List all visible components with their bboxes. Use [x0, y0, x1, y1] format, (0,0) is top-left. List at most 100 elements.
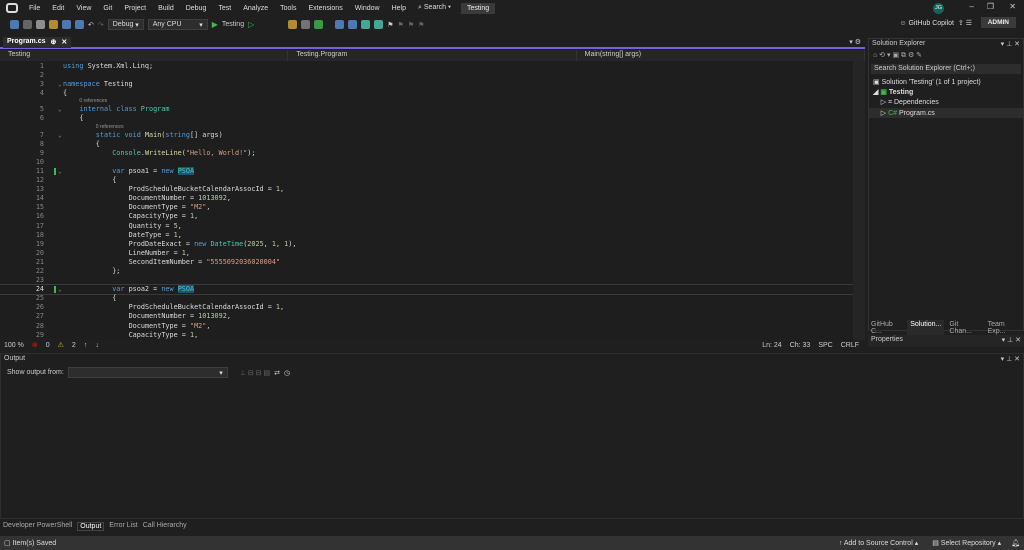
clock-icon[interactable]: ◷: [284, 369, 290, 377]
tree-solution[interactable]: ▣ Solution 'Testing' (1 of 1 project): [869, 77, 1023, 87]
code-line[interactable]: 5 ⌄ internal class Program: [0, 105, 853, 114]
type-dropdown[interactable]: Testing.Program: [288, 50, 577, 61]
panel-controls[interactable]: ▾ ⊥ ✕: [1001, 355, 1020, 363]
fold-icon[interactable]: ⌄: [58, 167, 62, 176]
code-line[interactable]: 25 {: [0, 294, 853, 303]
codelens-references[interactable]: 0 references: [0, 98, 853, 105]
add-to-source-control-button[interactable]: ↑ Add to Source Control ▴: [839, 539, 918, 547]
tab-solution-explorer[interactable]: Solution...: [907, 320, 945, 336]
menu-git[interactable]: Git: [97, 5, 118, 12]
code-line[interactable]: 3 ⌄ namespace Testing: [0, 80, 853, 89]
code-line[interactable]: 28 DocumentType = "M2",: [0, 322, 853, 331]
member-dropdown[interactable]: Main(string[] args): [577, 50, 865, 61]
menu-test[interactable]: Test: [212, 5, 237, 12]
code-line[interactable]: 23: [0, 276, 853, 285]
start-target-button[interactable]: Testing: [222, 21, 244, 28]
tree-program-cs[interactable]: ▷ C# Program.cs: [869, 108, 1023, 118]
menu-project[interactable]: Project: [118, 5, 152, 12]
next-issue-icon[interactable]: ↓: [95, 342, 99, 349]
menu-window[interactable]: Window: [349, 5, 386, 12]
editor-scrollbar[interactable]: [853, 61, 865, 340]
share-icon[interactable]: ⇪: [958, 20, 964, 27]
tab-github-copilot[interactable]: GitHub C...: [868, 320, 905, 336]
bookmark-prev-icon[interactable]: ⚑: [398, 21, 404, 29]
code-line[interactable]: 7 ⌄ static void Main(string[] args): [0, 131, 853, 140]
code-line[interactable]: 12 {: [0, 176, 853, 185]
output-toolbar-icons[interactable]: ⊥ ⊟ ⊟ ▤: [240, 369, 270, 377]
tab-error-list[interactable]: Error List: [109, 522, 137, 531]
code-line[interactable]: 24 ⌄ var psoa2 = new PSOA: [0, 284, 853, 296]
code-line[interactable]: 21 SecondItemNumber = "5555092036020004": [0, 258, 853, 267]
undo-icon[interactable]: ↶: [88, 21, 94, 29]
panel-controls[interactable]: ▾ ⊥ ✕: [1002, 336, 1021, 346]
close-window-button[interactable]: ✕: [1009, 2, 1016, 11]
solution-folder-icon[interactable]: [288, 20, 298, 29]
output-source-dropdown[interactable]: ▾: [67, 367, 228, 378]
menu-view[interactable]: View: [70, 5, 97, 12]
code-line[interactable]: 13 ProdScheduleBucketCalendarAssocId = 1,: [0, 185, 853, 194]
feedback-icon[interactable]: ☰: [966, 20, 972, 27]
format-icon[interactable]: [348, 20, 358, 29]
code-line[interactable]: 17 Quantity = 5,: [0, 222, 853, 231]
configuration-dropdown[interactable]: Debug ▾: [107, 19, 144, 30]
open-folder-icon[interactable]: [49, 20, 58, 29]
code-line[interactable]: 1 using System.Xml.Linq;: [0, 62, 853, 71]
platform-dropdown[interactable]: Any CPU ▾: [147, 19, 208, 30]
tab-git-changes[interactable]: Git Chan...: [946, 320, 982, 336]
prev-issue-icon[interactable]: ↑: [84, 342, 88, 349]
menu-debug[interactable]: Debug: [180, 5, 213, 12]
code-line[interactable]: 9 Console.WriteLine("Hello, World!");: [0, 149, 853, 158]
tree-project[interactable]: ◢ ▣ Testing: [869, 87, 1023, 97]
tab-program-cs[interactable]: Program.cs ⊕ ✕: [3, 37, 72, 48]
code-line[interactable]: 19 ProdDateExact = new DateTime(2025, 1, …: [0, 240, 853, 249]
code-line[interactable]: 4{: [0, 89, 853, 98]
codelens-references[interactable]: 0 references: [0, 124, 853, 131]
bookmark-icon[interactable]: ⚑: [387, 21, 393, 29]
restore-button[interactable]: ❐: [987, 2, 994, 11]
fold-icon[interactable]: ⌄: [58, 105, 62, 114]
code-line[interactable]: 8{: [0, 140, 853, 149]
comment-icon[interactable]: [361, 20, 371, 29]
github-copilot-button[interactable]: ☺ GitHub Copilot ⇪ ☰: [899, 19, 972, 27]
menu-build[interactable]: Build: [152, 5, 180, 12]
code-line[interactable]: 16 CapacityType = 1,: [0, 212, 853, 221]
menu-help[interactable]: Help: [386, 5, 412, 12]
line-ending[interactable]: CRLF: [841, 342, 859, 349]
search-button[interactable]: ⌕ Search ▾: [418, 4, 451, 12]
window-layout-icon[interactable]: [301, 20, 311, 29]
save-all-icon[interactable]: [75, 20, 84, 29]
fold-icon[interactable]: ⌄: [58, 131, 62, 140]
tab-output[interactable]: Output: [77, 522, 105, 531]
fold-icon[interactable]: ⌄: [58, 80, 62, 89]
project-dropdown[interactable]: Testing: [0, 50, 289, 61]
tree-dependencies[interactable]: ▷ ⌗ Dependencies: [869, 97, 1023, 108]
panel-controls[interactable]: ▾ ⊥ ✕: [1001, 40, 1020, 48]
menu-edit[interactable]: Edit: [46, 5, 70, 12]
notifications-icon[interactable]: 🔔︎: [1011, 539, 1020, 547]
error-count[interactable]: 0: [46, 342, 50, 349]
fold-icon[interactable]: ⌄: [58, 285, 62, 294]
code-line[interactable]: 27 DocumentNumber = 1013092,: [0, 312, 853, 321]
warning-icon[interactable]: ⚠: [58, 341, 64, 349]
tab-call-hierarchy[interactable]: Call Hierarchy: [143, 522, 187, 531]
avatar[interactable]: JG: [933, 3, 944, 14]
redo-icon[interactable]: ↷: [98, 21, 104, 29]
code-line[interactable]: 14 DocumentNumber = 1013092,: [0, 194, 853, 203]
word-wrap-icon[interactable]: ⇄: [274, 369, 280, 377]
menu-extensions[interactable]: Extensions: [302, 5, 348, 12]
code-line[interactable]: 2: [0, 71, 853, 80]
code-line[interactable]: 20 LineNumber = 1,: [0, 249, 853, 258]
minimize-button[interactable]: –: [970, 2, 974, 11]
pin-icon[interactable]: ⊕: [51, 38, 57, 47]
error-icon[interactable]: ⊗: [32, 341, 38, 349]
bookmark-clear-icon[interactable]: ⚑: [418, 21, 424, 29]
solution-explorer-toolbar[interactable]: ⌂ ⟲ ▾ ▣ ⧉ ⚙ ✎: [869, 49, 1023, 61]
menu-file[interactable]: File: [23, 5, 46, 12]
tab-team-explorer[interactable]: Team Exp...: [985, 320, 1024, 336]
back-icon[interactable]: [10, 20, 19, 29]
tab-options-icon[interactable]: ▾ ⚙: [849, 38, 861, 46]
code-line[interactable]: 11 ⌄ var psoa1 = new PSOA: [0, 166, 853, 176]
solution-search-input[interactable]: Search Solution Explorer (Ctrl+;): [871, 64, 1021, 74]
bookmark-next-icon[interactable]: ⚑: [408, 21, 414, 29]
hot-reload-icon[interactable]: [314, 20, 324, 29]
